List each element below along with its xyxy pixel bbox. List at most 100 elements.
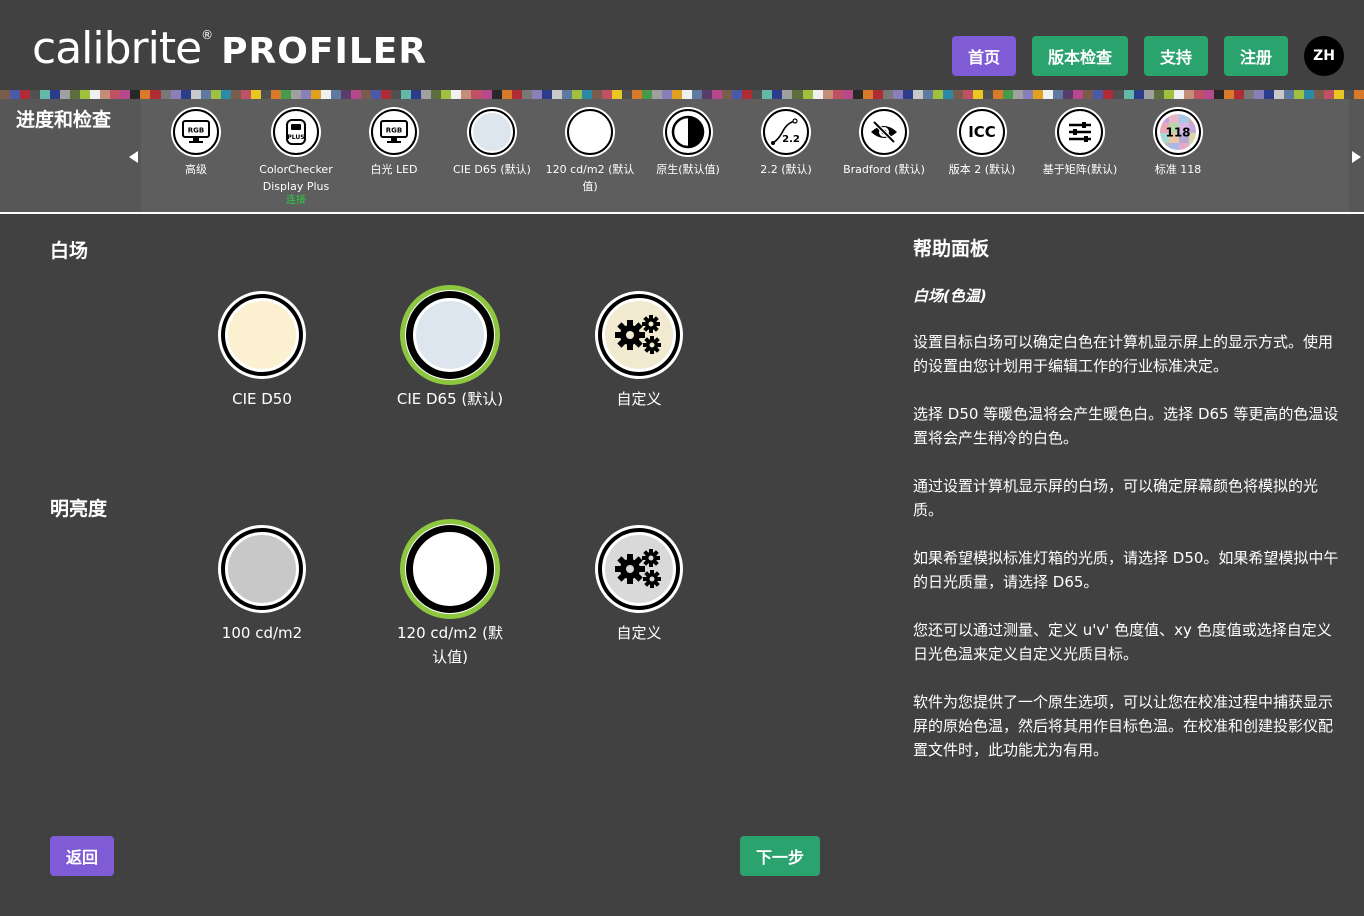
color-patch [260,90,271,99]
color-patch [290,90,301,99]
step-label: 白光 LED [370,163,418,176]
color-patch [411,90,422,99]
help-panel-title: 帮助面板 [913,238,990,260]
color-patch [963,90,974,99]
back-button[interactable]: 返回 [50,836,114,876]
color-patch [421,90,432,99]
color-patch [1093,90,1104,99]
color-patch [100,90,111,99]
step-display-tech[interactable]: RGB 白光 LED [344,109,444,178]
option-ring [595,291,683,379]
color-patch [993,90,1004,99]
step-label: Bradford (默认) [843,163,925,176]
color-patch [1083,90,1094,99]
color-patch [1304,90,1315,99]
home-button[interactable]: 首页 [952,36,1016,76]
color-patch [1294,90,1305,99]
whitepoint-section-title: 白场 [50,240,89,262]
device-connected-status: 连接 [286,195,306,206]
step-luminance[interactable]: 120 cd/m2 (默认值) [540,109,640,195]
color-patch [1223,90,1234,99]
color-patch [1183,90,1194,99]
progress-divider [0,212,1364,214]
color-patch [832,90,843,99]
color-patch [130,90,141,99]
color-patch [10,90,21,99]
step-icc-version[interactable]: ICC 版本 2 (默认) [932,109,1032,178]
option-ring [595,525,683,613]
color-patch [642,90,653,99]
option-label: 自定义 [616,390,662,408]
icc-icon: ICC [959,109,1005,155]
step-profile-type[interactable]: 基于矩阵(默认) [1030,109,1130,178]
color-patch [180,90,191,99]
step-contrast[interactable]: 原生(默认值) [638,109,738,178]
color-patch [952,90,963,99]
color-patch [631,90,642,99]
color-patch [1113,90,1124,99]
color-patch [1273,90,1284,99]
whitepoint-option-custom[interactable]: 自定义 [564,291,714,411]
color-patch [160,90,171,99]
scroll-left-arrow-icon[interactable] [129,151,138,163]
patch-118-icon: 118 [1155,109,1201,155]
luminance-section-title: 明亮度 [50,498,108,520]
register-button[interactable]: 注册 [1224,36,1288,76]
color-patch [1003,90,1014,99]
color-patch [932,90,943,99]
color-patch [0,90,11,99]
step-gamma[interactable]: 2.2 2.2 (默认) [736,109,836,178]
app-header: calibrite ® PROFILER 首页 版本检查 支持 注册 ZH [0,0,1364,90]
color-patch [511,90,522,99]
step-patch-set[interactable]: 118 标准 118 [1128,109,1228,178]
step-whitepoint[interactable]: CIE D65 (默认) [442,109,542,178]
color-patch [210,90,221,99]
color-patch [882,90,893,99]
help-panel-subtitle: 白场(色温) [913,287,987,305]
scroll-right-arrow-icon[interactable] [1352,151,1361,163]
option-ring [218,291,306,379]
color-patch [571,90,582,99]
language-selector[interactable]: ZH [1304,36,1344,76]
color-patch [280,90,291,99]
rgb-monitor-icon: RGB [173,109,219,155]
color-patch [1253,90,1264,99]
svg-text:118: 118 [1165,126,1190,140]
color-patch [80,90,91,99]
help-paragraph: 软件为您提供了一个原生选项，可以让您在校准过程中捕获显示屏的原始色温，然后将其用… [913,693,1334,759]
next-button[interactable]: 下一步 [740,836,820,876]
step-device[interactable]: PLUS ColorChecker Display Plus 连接 [246,109,346,207]
plus-device-icon: PLUS [273,109,319,155]
step-label: ColorChecker Display Plus [259,163,333,193]
help-panel: 帮助面板 白场(色温) 设置目标白场可以确定白色在计算机显示屏上的显示方式。使用… [913,234,1343,762]
logo-product-text: PROFILER [221,31,428,72]
version-check-button[interactable]: 版本检查 [1032,36,1128,76]
luminance-option-100[interactable]: 100 cd/m2 [187,525,337,645]
color-patch [621,90,632,99]
color-patch [722,90,733,99]
luminance-option-custom[interactable]: 自定义 [564,525,714,645]
color-patch [1163,90,1174,99]
color-patch [872,90,883,99]
color-patch [782,90,793,99]
d65-swatch [413,298,487,372]
color-patch [802,90,813,99]
selected-option-ring [400,285,500,385]
whitepoint-option-d65[interactable]: CIE D65 (默认) [375,285,525,411]
color-patch [120,90,131,99]
color-patch [1243,90,1254,99]
color-patch [1073,90,1084,99]
color-patch [892,90,903,99]
step-adaptation[interactable]: Bradford (默认) [834,109,934,178]
step-label: CIE D65 (默认) [453,163,531,176]
color-patch [1013,90,1024,99]
color-patch [601,90,612,99]
color-patch [692,90,703,99]
step-label: 标准 118 [1154,163,1202,176]
step-advanced[interactable]: RGB 高级 [146,109,246,178]
whitepoint-option-d50[interactable]: CIE D50 [187,291,337,411]
color-patch [491,90,502,99]
luminance-option-120[interactable]: 120 cd/m2 (默认值) [375,519,525,669]
color-patch [1023,90,1034,99]
support-button[interactable]: 支持 [1144,36,1208,76]
